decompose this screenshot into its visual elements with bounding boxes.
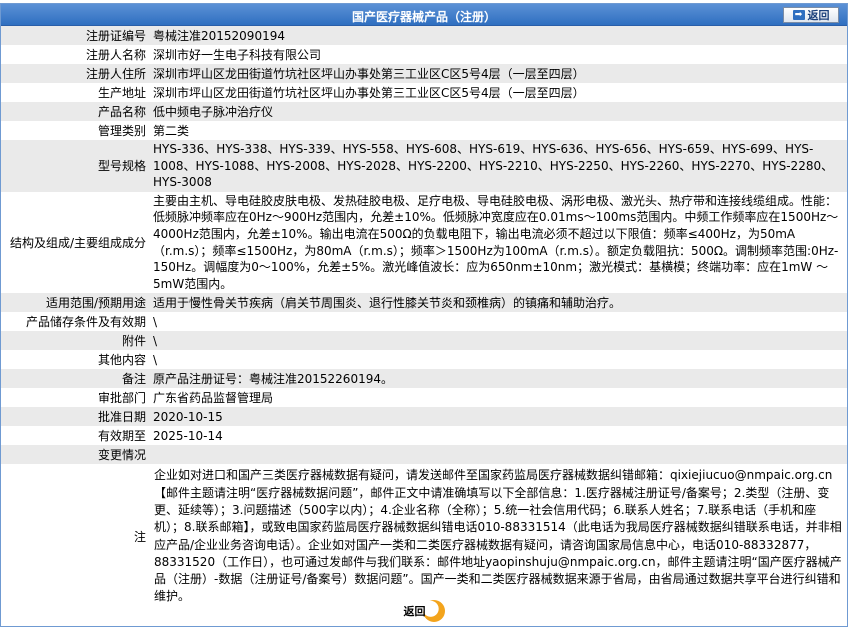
- field-label: 管理类别: [1, 121, 150, 140]
- field-label: 有效期至: [1, 426, 150, 446]
- detail-table: 注册证编号 粤械注准20152090194 注册人名称 深圳市好一生电子科技有限…: [1, 26, 847, 609]
- back-button-top[interactable]: ➡ 返回: [783, 7, 839, 23]
- detail-panel: 国产医疗器械产品（注册） ➡ 返回 注册证编号 粤械注准20152090194 …: [0, 3, 848, 627]
- field-value: 深圳市坪山区龙田街道竹坑社区坪山办事处第三工业区C区5号4层（一层至四层）: [150, 64, 847, 83]
- title-bar: 国产医疗器械产品（注册） ➡ 返回: [1, 4, 847, 26]
- row-registration-number: 注册证编号 粤械注准20152090194: [1, 26, 847, 45]
- note-text: 企业如对进口和国产三类医疗器械数据有疑问，请发送邮件至国家药监局医疗器械数据纠错…: [150, 464, 847, 609]
- field-value: 原产品注册证号：粤械注准20152260194。: [150, 369, 847, 389]
- row-product-name: 产品名称 低中频电子脉冲治疗仪: [1, 102, 847, 121]
- row-valid-until: 有效期至 2025-10-14: [1, 426, 847, 446]
- footer: 返回: [1, 598, 847, 624]
- field-label: 注: [1, 464, 150, 609]
- back-button-label: 返回: [403, 605, 426, 618]
- field-label: 批准日期: [1, 407, 150, 427]
- field-label: 注册证编号: [1, 26, 150, 45]
- field-value: \: [150, 331, 847, 351]
- field-value: \: [150, 312, 847, 332]
- field-value: 深圳市好一生电子科技有限公司: [150, 45, 847, 64]
- row-approval-date: 批准日期 2020-10-15: [1, 407, 847, 427]
- field-label: 产品储存条件及有效期: [1, 312, 150, 332]
- row-other-content: 其他内容 \: [1, 350, 847, 370]
- field-value: 粤械注准20152090194: [150, 26, 847, 45]
- row-management-category: 管理类别 第二类: [1, 121, 847, 140]
- field-value: 深圳市坪山区龙田街道竹坑社区坪山办事处第三工业区C区5号4层（一层至四层）: [150, 83, 847, 102]
- field-label: 生产地址: [1, 83, 150, 102]
- row-model-spec: 型号规格 HYS-336、HYS-338、HYS-339、HYS-558、HYS…: [1, 140, 847, 192]
- row-approval-department: 审批部门 广东省药品监督管理局: [1, 388, 847, 408]
- row-change-history: 变更情况: [1, 445, 847, 465]
- row-registrant-name: 注册人名称 深圳市好一生电子科技有限公司: [1, 45, 847, 64]
- page-title: 国产医疗器械产品（注册）: [351, 10, 496, 24]
- field-label: 附件: [1, 331, 150, 351]
- field-label: 变更情况: [1, 445, 150, 465]
- field-value: 第二类: [150, 121, 847, 140]
- field-label: 审批部门: [1, 388, 150, 408]
- row-intended-use: 适用范围/预期用途 适用于慢性骨关节疾病（肩关节周围炎、退行性膝关节炎和颈椎病）…: [1, 293, 847, 313]
- back-circle-icon: [422, 600, 445, 622]
- field-label: 结构及组成/主要组成成分: [1, 191, 150, 294]
- row-registrant-address: 注册人住所 深圳市坪山区龙田街道竹坑社区坪山办事处第三工业区C区5号4层（一层至…: [1, 64, 847, 83]
- field-value: 2020-10-15: [150, 407, 847, 427]
- field-value: [150, 445, 847, 465]
- field-value: 广东省药品监督管理局: [150, 388, 847, 408]
- row-storage-validity: 产品储存条件及有效期 \: [1, 312, 847, 332]
- back-button-label: 返回: [807, 9, 830, 22]
- field-value: 2025-10-14: [150, 426, 847, 446]
- field-value: \: [150, 350, 847, 370]
- row-structure-composition: 结构及组成/主要组成成分 主要由主机、导电硅胶皮肤电极、发热硅胶电极、足疗电极、…: [1, 191, 847, 294]
- field-label: 适用范围/预期用途: [1, 293, 150, 313]
- field-label: 其他内容: [1, 350, 150, 370]
- row-note: 注 企业如对进口和国产三类医疗器械数据有疑问，请发送邮件至国家药监局医疗器械数据…: [1, 464, 847, 609]
- back-button-bottom[interactable]: 返回: [404, 600, 445, 622]
- field-value: 适用于慢性骨关节疾病（肩关节周围炎、退行性膝关节炎和颈椎病）的镇痛和辅助治疗。: [150, 293, 847, 313]
- field-value: 低中频电子脉冲治疗仪: [150, 102, 847, 121]
- field-label: 产品名称: [1, 102, 150, 121]
- field-value: 主要由主机、导电硅胶皮肤电极、发热硅胶电极、足疗电极、导电硅胶电极、涡形电极、激…: [150, 191, 847, 294]
- field-label: 注册人名称: [1, 45, 150, 64]
- row-accessories: 附件 \: [1, 331, 847, 351]
- field-label: 注册人住所: [1, 64, 150, 83]
- field-value: HYS-336、HYS-338、HYS-339、HYS-558、HYS-608、…: [150, 140, 847, 192]
- back-arrow-icon: ➡: [792, 10, 805, 20]
- field-label: 型号规格: [1, 140, 150, 192]
- row-production-address: 生产地址 深圳市坪山区龙田街道竹坑社区坪山办事处第三工业区C区5号4层（一层至四…: [1, 83, 847, 102]
- field-label: 备注: [1, 369, 150, 389]
- row-remarks: 备注 原产品注册证号：粤械注准20152260194。: [1, 369, 847, 389]
